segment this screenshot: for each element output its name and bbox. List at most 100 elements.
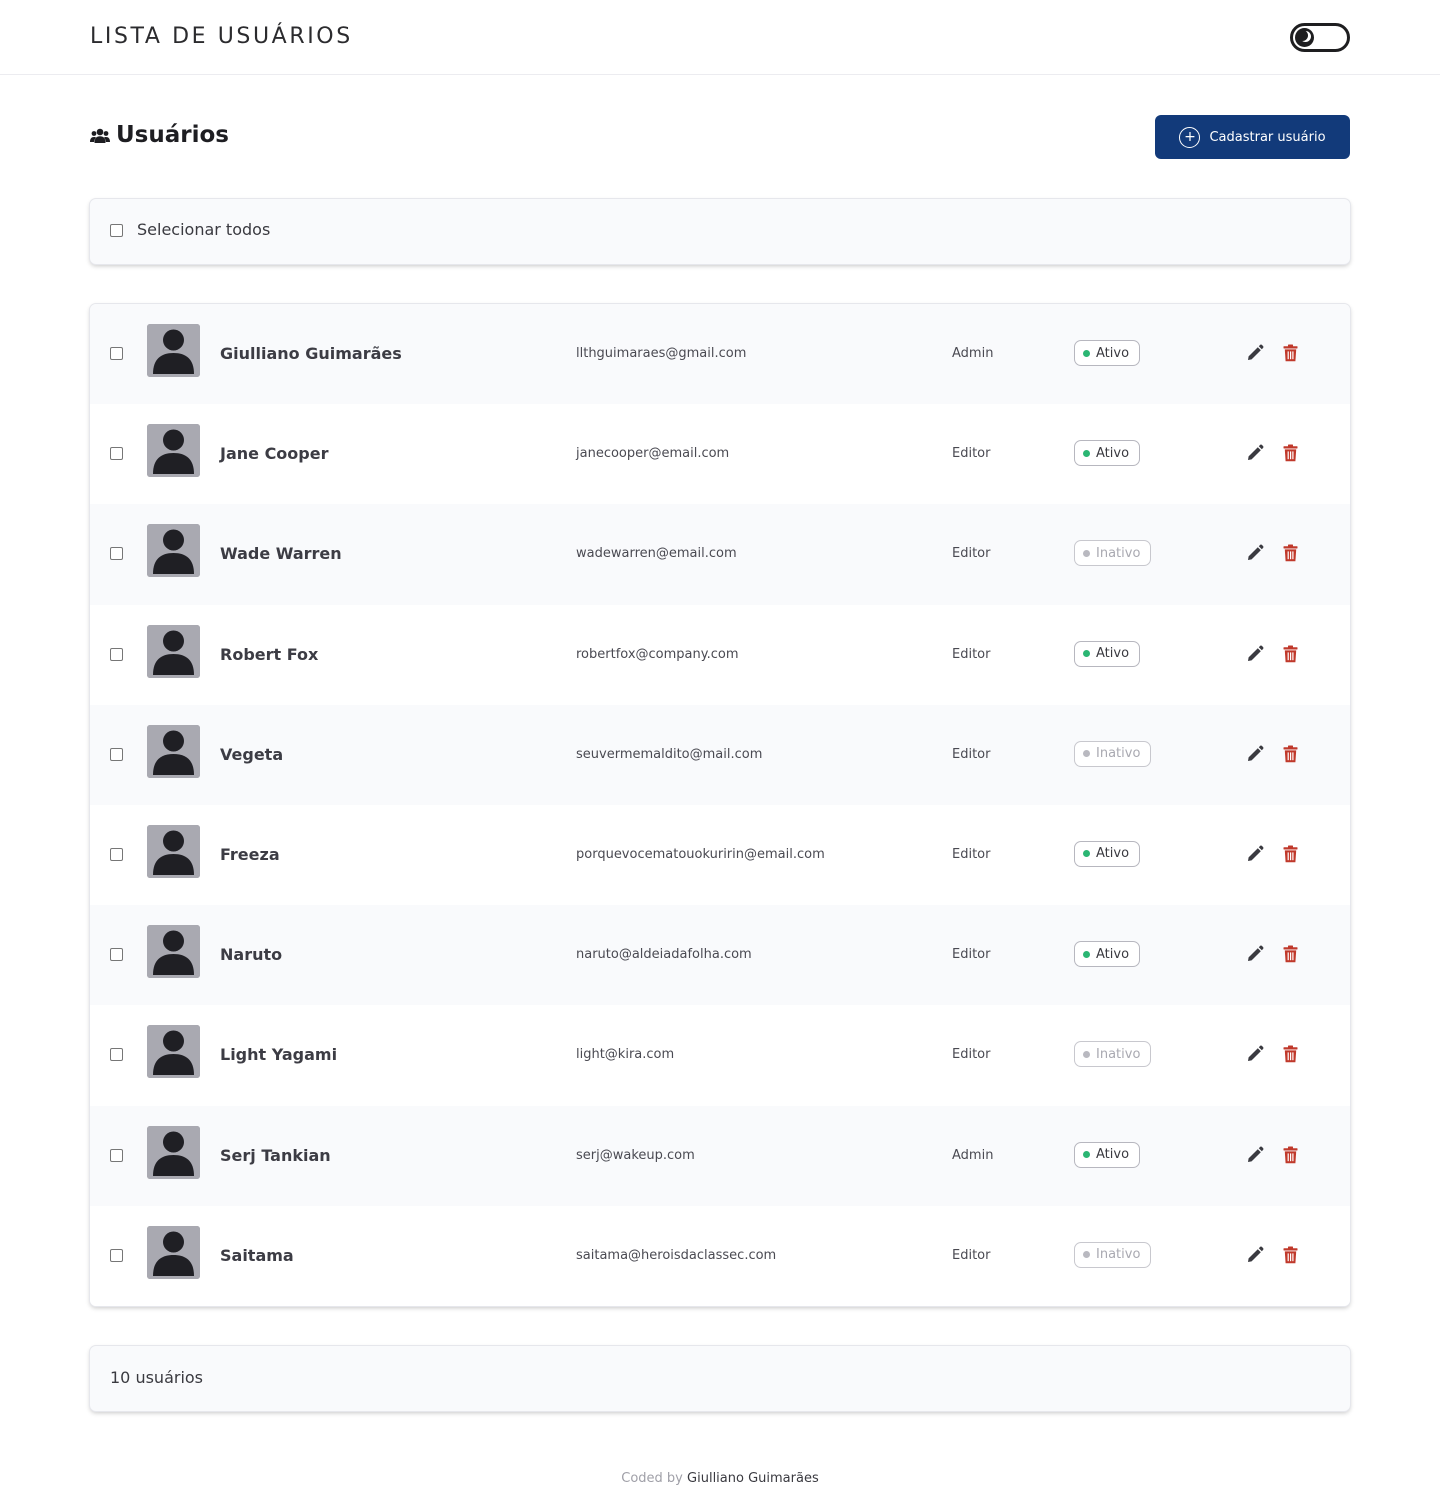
row-checkbox[interactable] [110,1248,123,1262]
status-badge: Inativo [1074,1041,1152,1068]
status-dot-icon [1083,750,1090,758]
user-role: Editor [952,846,991,862]
status-badge: Ativo [1074,1141,1141,1168]
user-silhouette-icon [147,624,200,678]
edit-button[interactable] [1246,845,1264,863]
trash-icon [1283,444,1298,462]
table-row: Serj Tankian serj@wakeup.com Admin Ativo [90,1105,1350,1206]
user-email: light@kira.com [576,1047,675,1063]
user-name: Wade Warren [220,544,342,564]
table-row: Naruto naruto@aldeiadafolha.com Editor A… [90,905,1350,1006]
delete-button[interactable] [1283,945,1298,963]
delete-button[interactable] [1283,745,1298,763]
status-dot-icon [1083,549,1090,557]
row-checkbox[interactable] [110,447,123,461]
user-role: Editor [952,746,991,762]
edit-button[interactable] [1246,344,1264,362]
user-silhouette-icon [147,524,200,578]
row-checkbox[interactable] [110,847,123,861]
edit-button[interactable] [1246,544,1264,562]
trash-icon [1283,645,1298,662]
footer-prefix: Coded by [621,1471,683,1486]
edit-button[interactable] [1246,1246,1264,1264]
add-user-button[interactable]: + Cadastrar usuário [1155,115,1350,159]
user-name: Naruto [220,945,283,965]
avatar [147,1125,200,1179]
pencil-icon [1248,647,1261,661]
delete-button[interactable] [1283,1146,1298,1164]
status-label: Ativo [1096,846,1130,862]
delete-button[interactable] [1283,344,1298,362]
avatar [147,925,200,979]
avatar [147,724,200,778]
status-label: Ativo [1096,1147,1130,1162]
theme-toggle[interactable] [1290,23,1350,52]
user-email: seuvermemaldito@mail.com [576,746,763,762]
avatar [147,624,200,678]
status-dot-icon [1083,650,1090,658]
edit-button[interactable] [1246,1045,1264,1063]
status-label: Ativo [1096,445,1130,461]
user-role: Admin [952,1147,994,1163]
delete-button[interactable] [1283,645,1298,663]
row-checkbox[interactable] [110,747,123,761]
user-silhouette-icon [147,724,200,778]
trash-icon [1283,544,1298,562]
user-silhouette-icon [147,424,200,478]
edit-button[interactable] [1246,1146,1264,1164]
delete-button[interactable] [1283,1045,1298,1063]
user-email: wadewarren@email.com [576,546,737,562]
edit-button[interactable] [1246,444,1264,462]
delete-button[interactable] [1283,845,1298,863]
pencil-icon [1248,447,1261,461]
footer: Coded by Giulliano Guimarães [0,1471,1440,1486]
select-all-bar: Selecionar todos [90,199,1350,264]
user-role: Editor [952,947,991,963]
delete-button[interactable] [1283,1246,1298,1264]
edit-button[interactable] [1246,945,1264,963]
user-email: naruto@aldeiadafolha.com [576,947,752,963]
row-checkbox[interactable] [110,1048,123,1062]
table-row: Freeza porquevocematouokuririn@email.com… [90,804,1350,906]
user-silhouette-icon [147,1025,200,1079]
row-checkbox[interactable] [110,647,123,661]
status-badge: Inativo [1074,540,1152,567]
edit-button[interactable] [1246,645,1264,663]
pencil-icon [1248,848,1261,861]
moon-icon [1295,28,1314,47]
table-row: Saitama saitama@heroisdaclassec.com Edit… [90,1205,1350,1306]
status-label: Inativo [1096,545,1141,561]
avatar [147,324,200,377]
status-dot-icon [1083,1151,1090,1158]
user-role: Editor [952,646,991,662]
section-header: Usuários + Cadastrar usuário [90,115,1350,159]
status-dot-icon [1083,850,1090,858]
user-name: Serj Tankian [220,1145,331,1165]
user-name: Saitama [220,1245,294,1265]
row-checkbox[interactable] [110,948,123,962]
pencil-icon [1248,1148,1261,1162]
trash-icon [1283,745,1298,762]
edit-button[interactable] [1246,745,1264,763]
delete-button[interactable] [1283,544,1298,562]
trash-icon [1283,845,1298,863]
status-badge: Inativo [1074,1241,1152,1268]
footer-author-link[interactable]: Giulliano Guimarães [687,1471,819,1486]
row-checkbox[interactable] [110,1148,123,1162]
row-checkbox[interactable] [110,547,123,561]
trash-icon [1283,1246,1298,1263]
add-user-button-label: Cadastrar usuário [1209,129,1326,145]
pencil-icon [1248,747,1261,761]
table-row: Wade Warren wadewarren@email.com Editor … [90,504,1350,605]
user-role: Editor [952,446,991,462]
page-title-text: Usuários [116,122,229,148]
status-badge: Ativo [1074,340,1141,366]
table-row: Jane Cooper janecooper@email.com Editor … [90,404,1350,505]
user-count: 10 usuários [110,1368,204,1387]
delete-button[interactable] [1283,444,1298,462]
user-name: Vegeta [220,744,284,764]
row-checkbox[interactable] [110,347,123,360]
select-all-checkbox[interactable] [110,224,123,237]
user-silhouette-icon [147,1125,200,1179]
user-role: Editor [952,546,991,562]
